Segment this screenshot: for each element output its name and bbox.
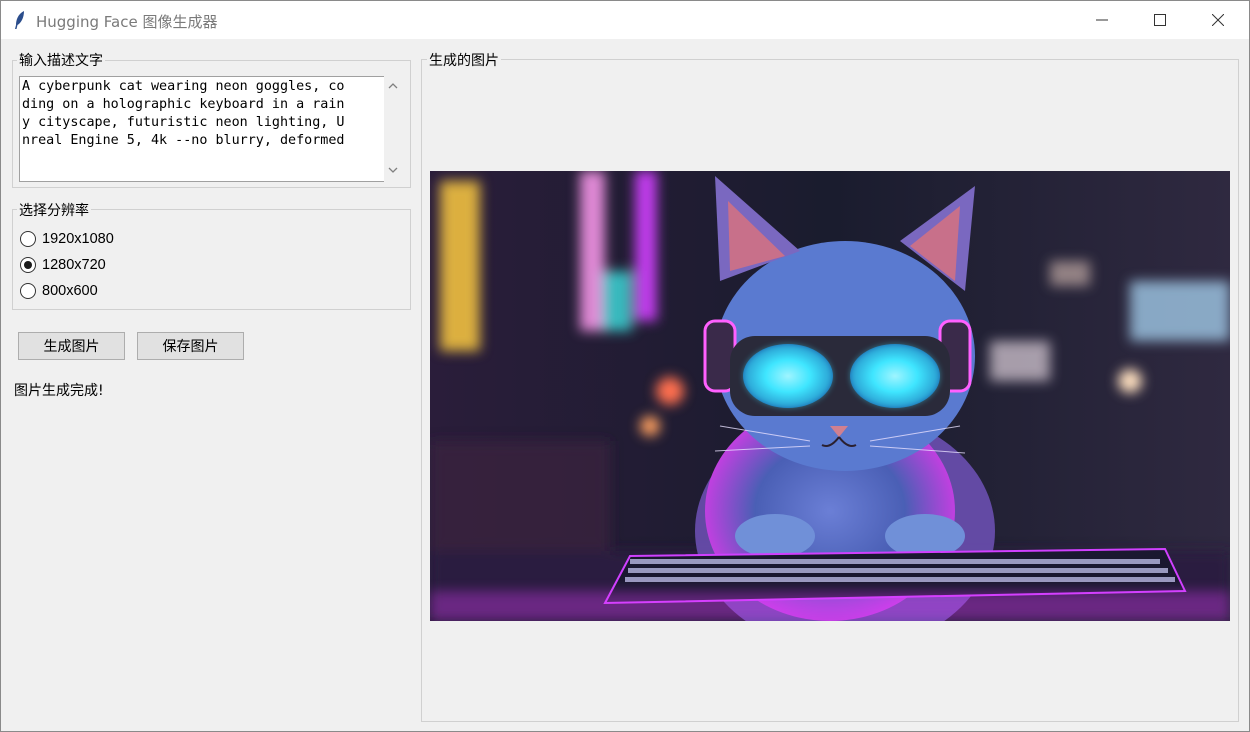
radio-label: 1920x1080 (42, 231, 114, 247)
chevron-down-icon[interactable] (387, 164, 399, 176)
radio-button[interactable] (20, 283, 36, 299)
title-bar[interactable]: Hugging Face 图像生成器 (1, 1, 1249, 39)
radio-800x600[interactable]: 800x600 (20, 281, 98, 301)
radio-1920x1080[interactable]: 1920x1080 (20, 229, 114, 249)
prompt-textarea[interactable]: A cyberpunk cat wearing neon goggles, co… (19, 76, 384, 182)
radio-button-selected[interactable] (20, 257, 36, 273)
maximize-button[interactable] (1131, 1, 1189, 39)
radio-1280x720[interactable]: 1280x720 (20, 255, 106, 275)
feather-icon (15, 11, 24, 29)
prompt-line-4: nreal Engine 5, 4k --no blurry, deformed (22, 133, 345, 148)
radio-label: 800x600 (42, 283, 98, 299)
window-title: Hugging Face 图像生成器 (36, 13, 218, 31)
minimize-button[interactable] (1073, 1, 1131, 39)
radio-button[interactable] (20, 231, 36, 247)
cyberpunk-cat-image (430, 171, 1230, 621)
prompt-frame-label: 输入描述文字 (17, 50, 105, 70)
save-button[interactable]: 保存图片 (137, 332, 244, 360)
prompt-scrollbar[interactable] (384, 76, 402, 182)
resolution-frame-label: 选择分辨率 (17, 200, 91, 220)
generate-button[interactable]: 生成图片 (18, 332, 125, 360)
maximize-icon (1154, 14, 1166, 26)
prompt-line-2: ding on a holographic keyboard in a rain (22, 97, 345, 112)
minimize-icon (1096, 19, 1108, 21)
prompt-line-1: A cyberpunk cat wearing neon goggles, co (22, 79, 345, 94)
close-button[interactable] (1189, 1, 1247, 39)
prompt-line-3: y cityscape, futuristic neon lighting, U (22, 115, 345, 130)
image-frame-label: 生成的图片 (427, 50, 501, 70)
radio-label: 1280x720 (42, 257, 106, 273)
app-window: Hugging Face 图像生成器 输入描述文字 A cyberpunk ca… (0, 0, 1250, 732)
generated-image (430, 171, 1230, 621)
chevron-up-icon[interactable] (387, 80, 399, 92)
status-label: 图片生成完成! (14, 383, 104, 399)
close-icon (1212, 14, 1224, 26)
